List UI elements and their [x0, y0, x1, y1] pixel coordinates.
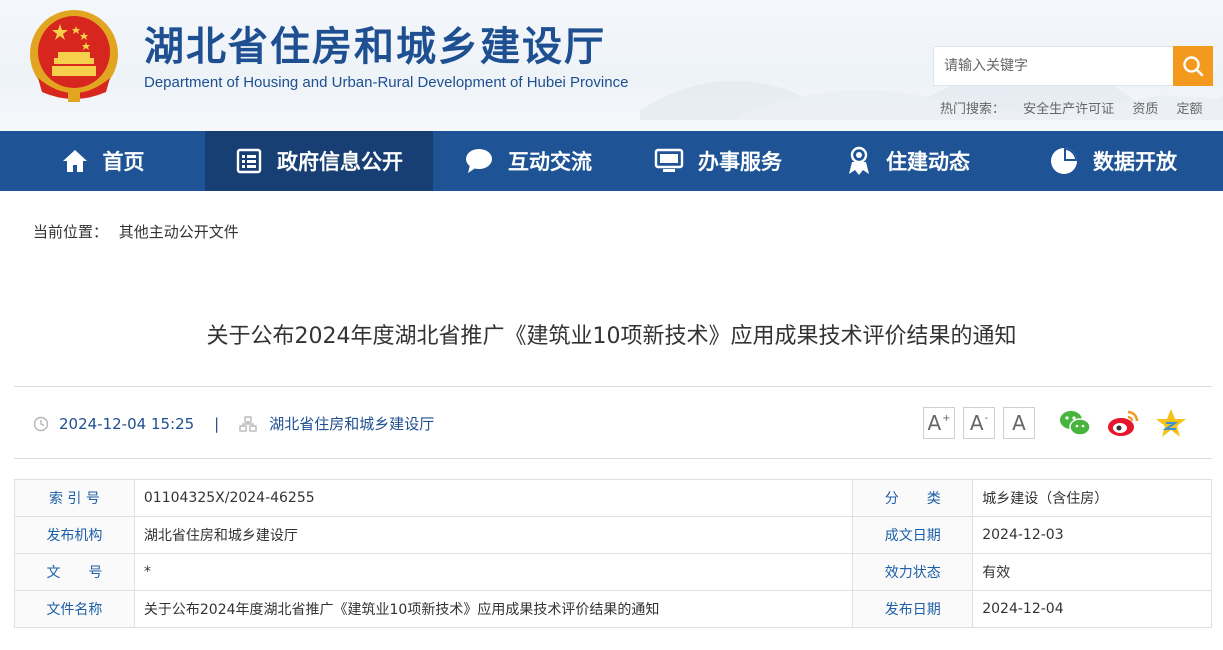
font-decrease-button[interactable]: A- — [963, 407, 995, 439]
nav-item-services[interactable]: 办事服务 — [623, 131, 813, 191]
nav-item-gov-info[interactable]: 政府信息公开 — [205, 131, 433, 191]
hot-search-link[interactable]: 安全生产许可证 — [1023, 102, 1114, 117]
site-subtitle: Department of Housing and Urban-Rural De… — [144, 74, 629, 91]
info-label: 分 类 — [852, 479, 974, 517]
info-label: 文 号 — [14, 553, 135, 591]
nav-item-label: 数据开放 — [1093, 150, 1177, 174]
font-button-label: A — [927, 411, 942, 435]
person-badge-icon — [849, 146, 869, 175]
monitor-icon — [654, 148, 684, 172]
publish-source: 湖北省住房和城乡建设厅 — [269, 415, 435, 433]
info-value: 有效 — [972, 553, 1212, 591]
font-button-label: A — [1012, 411, 1026, 435]
national-emblem-icon — [30, 10, 118, 102]
site-header: 湖北省住房和城乡建设厅 Department of Housing and Ur… — [0, 0, 1223, 131]
breadcrumb-current[interactable]: 其他主动公开文件 — [119, 223, 239, 241]
nav-item-home[interactable]: 首页 — [0, 131, 205, 191]
info-label: 文件名称 — [14, 590, 135, 628]
hot-search-label: 热门搜索： — [940, 102, 1006, 117]
meta-separator: | — [214, 414, 220, 433]
info-label: 索 引 号 — [14, 479, 135, 517]
info-label: 效力状态 — [852, 553, 974, 591]
nav-item-label: 政府信息公开 — [277, 150, 403, 174]
info-value: 2024-12-04 — [972, 590, 1212, 628]
publish-datetime: 2024-12-04 15:25 — [59, 414, 195, 433]
info-label: 发布日期 — [852, 590, 974, 628]
info-value: 关于公布2024年度湖北省推广《建筑业10项新技术》应用成果技术评价结果的通知 — [133, 590, 854, 628]
search-input[interactable] — [933, 46, 1173, 86]
main-nav: 首页 政府信息公开 互动交流 办事服务 住建动态 数据开放 — [0, 131, 1223, 191]
clock-icon — [33, 416, 49, 431]
divider — [14, 386, 1212, 387]
page-title: 关于公布2024年度湖北省推广《建筑业10项新技术》应用成果技术评价结果的通知 — [206, 324, 1017, 349]
nav-item-interaction[interactable]: 互动交流 — [433, 131, 623, 191]
qzone-icon[interactable] — [1154, 406, 1188, 440]
article-meta: 2024-12-04 15:25 | 湖北省住房和城乡建设厅 — [33, 413, 434, 434]
nav-item-label: 办事服务 — [698, 150, 782, 174]
table-row: 文件名称 关于公布2024年度湖北省推广《建筑业10项新技术》应用成果技术评价结… — [14, 590, 1212, 628]
breadcrumb-label: 当前位置： — [33, 223, 109, 241]
pie-chart-icon — [1051, 148, 1077, 174]
search-button[interactable] — [1173, 46, 1213, 86]
table-row: 发布机构 湖北省住房和城乡建设厅 成文日期 2024-12-03 — [14, 516, 1212, 554]
info-value: 城乡建设（含住房） — [972, 479, 1212, 517]
hot-search: 热门搜索： 安全生产许可证 资质 定额 — [940, 98, 1216, 117]
info-value: 湖北省住房和城乡建设厅 — [133, 516, 854, 554]
nav-item-label: 互动交流 — [508, 150, 592, 174]
document-list-icon — [236, 148, 262, 174]
organization-icon — [239, 415, 257, 432]
info-value: * — [133, 553, 854, 591]
nav-item-label: 住建动态 — [886, 150, 970, 174]
divider — [14, 458, 1212, 459]
nav-item-open-data[interactable]: 数据开放 — [1003, 131, 1223, 191]
wechat-icon[interactable] — [1058, 406, 1092, 440]
info-label: 成文日期 — [852, 516, 974, 554]
info-label: 发布机构 — [14, 516, 135, 554]
font-increase-button[interactable]: A + — [923, 407, 955, 439]
site-title: 湖北省住房和城乡建设厅 — [144, 23, 606, 70]
hot-search-link[interactable]: 资质 — [1132, 102, 1158, 117]
table-row: 文 号 * 效力状态 有效 — [14, 553, 1212, 591]
search-icon — [1183, 56, 1204, 77]
home-icon — [62, 150, 87, 172]
chat-bubble-icon — [466, 149, 492, 173]
hot-search-link[interactable]: 定额 — [1176, 102, 1202, 117]
weibo-icon[interactable] — [1106, 406, 1140, 440]
info-value: 2024-12-03 — [972, 516, 1212, 554]
document-info-table: 索 引 号 01104325X/2024-46255 分 类 城乡建设（含住房）… — [14, 479, 1212, 628]
font-plus-mark: + — [942, 412, 951, 424]
breadcrumb: 当前位置： 其他主动公开文件 — [33, 221, 239, 242]
info-value: 01104325X/2024-46255 — [133, 479, 854, 517]
nav-item-news[interactable]: 住建动态 — [813, 131, 1003, 191]
nav-item-label: 首页 — [102, 150, 145, 174]
font-reset-button[interactable]: A — [1003, 407, 1035, 439]
font-minus-mark: - — [984, 412, 989, 424]
table-row: 索 引 号 01104325X/2024-46255 分 类 城乡建设（含住房） — [14, 479, 1212, 517]
font-button-label: A — [969, 411, 984, 435]
